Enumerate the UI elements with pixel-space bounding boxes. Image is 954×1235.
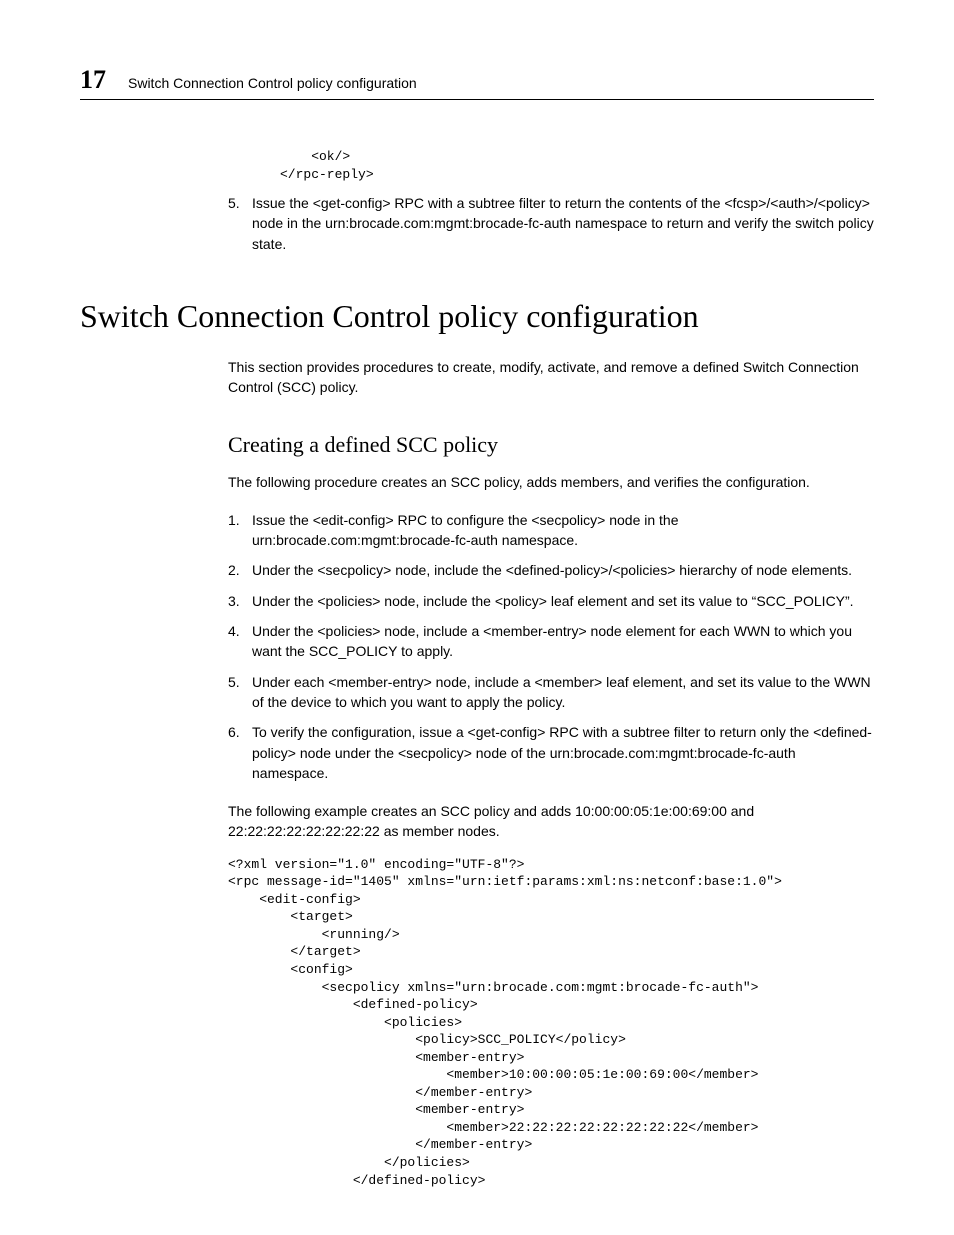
list-item-number: 4. bbox=[228, 621, 252, 662]
list-item: 2. Under the <secpolicy> node, include t… bbox=[228, 560, 874, 580]
list-item-number: 3. bbox=[228, 591, 252, 611]
chapter-title: Switch Connection Control policy configu… bbox=[128, 75, 417, 91]
list-item: 5. Issue the <get-config> RPC with a sub… bbox=[228, 193, 874, 254]
list-item: 6. To verify the configuration, issue a … bbox=[228, 722, 874, 783]
list-item-text: Under each <member-entry> node, include … bbox=[252, 672, 874, 713]
list-item-text: Under the <secpolicy> node, include the … bbox=[252, 560, 874, 580]
chapter-number: 17 bbox=[80, 65, 106, 95]
list-item-text: Under the <policies> node, include the <… bbox=[252, 591, 874, 611]
list-item-text: Issue the <get-config> RPC with a subtre… bbox=[252, 193, 874, 254]
list-item-text: Issue the <edit-config> RPC to configure… bbox=[252, 510, 874, 551]
subsection-heading: Creating a defined SCC policy bbox=[228, 432, 874, 458]
top-code-snippet: <ok/> </rpc-reply> bbox=[280, 148, 874, 183]
subsection-intro: The following procedure creates an SCC p… bbox=[228, 472, 874, 492]
list-item: 3. Under the <policies> node, include th… bbox=[228, 591, 874, 611]
section-heading: Switch Connection Control policy configu… bbox=[80, 298, 874, 335]
section-body: This section provides procedures to crea… bbox=[228, 357, 874, 1189]
list-item: 5. Under each <member-entry> node, inclu… bbox=[228, 672, 874, 713]
list-item: 1. Issue the <edit-config> RPC to config… bbox=[228, 510, 874, 551]
list-item-number: 6. bbox=[228, 722, 252, 783]
list-item-text: To verify the configuration, issue a <ge… bbox=[252, 722, 874, 783]
page-header: 17 Switch Connection Control policy conf… bbox=[80, 65, 874, 100]
list-item: 4. Under the <policies> node, include a … bbox=[228, 621, 874, 662]
example-intro: The following example creates an SCC pol… bbox=[228, 801, 874, 842]
section-intro: This section provides procedures to crea… bbox=[228, 357, 874, 398]
list-item-number: 5. bbox=[228, 672, 252, 713]
list-item-number: 1. bbox=[228, 510, 252, 551]
list-item-number: 5. bbox=[228, 193, 252, 254]
content-body: <ok/> </rpc-reply> 5. Issue the <get-con… bbox=[228, 148, 874, 254]
list-item-text: Under the <policies> node, include a <me… bbox=[252, 621, 874, 662]
code-example: <?xml version="1.0" encoding="UTF-8"?> <… bbox=[228, 856, 874, 1189]
list-item-number: 2. bbox=[228, 560, 252, 580]
